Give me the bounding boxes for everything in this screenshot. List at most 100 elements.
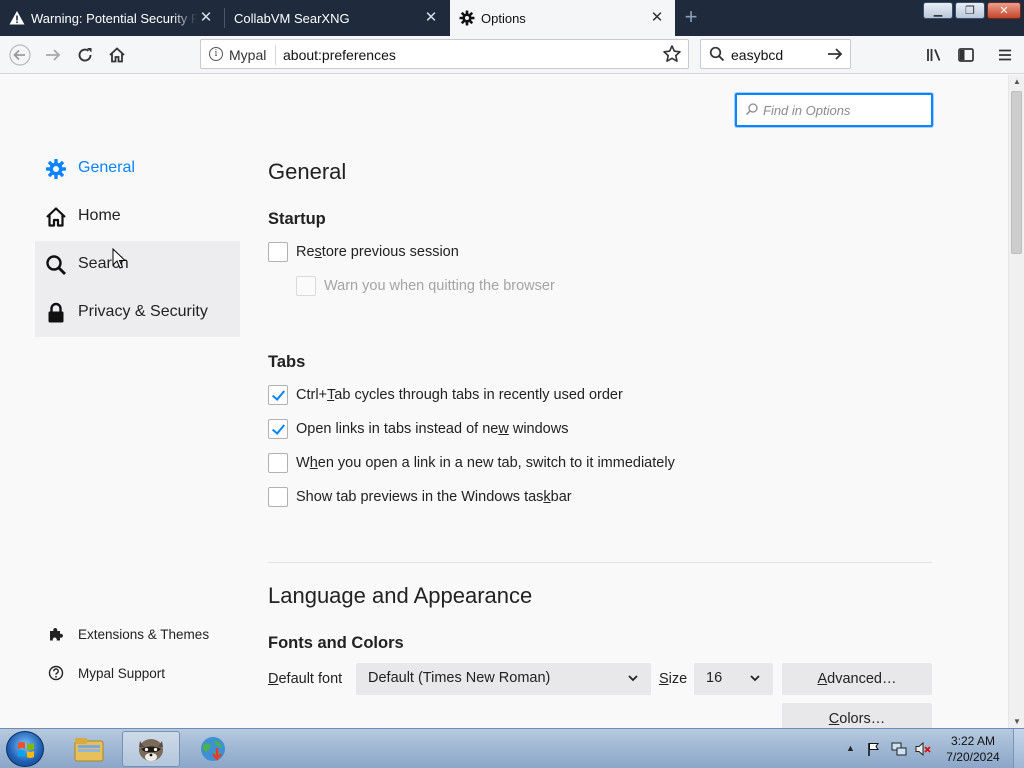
default-font-dropdown[interactable]: Default (Times New Roman) (356, 663, 651, 695)
home-icon (109, 47, 125, 63)
tab-previews-option[interactable]: Show tab previews in the Windows taskbar (268, 487, 572, 507)
tab-security-warning[interactable]: Warning: Potential Security Risk Ahead ✕ (0, 0, 224, 36)
maximize-button[interactable]: ❐ (955, 2, 985, 19)
category-label: Privacy & Security (78, 303, 208, 320)
category-label: General (78, 159, 135, 176)
forward-arrow-icon (46, 49, 61, 61)
page-scrollbar[interactable]: ▲ ▼ (1008, 75, 1024, 728)
taskbar-download-manager[interactable] (184, 731, 242, 767)
gear-icon (45, 158, 67, 180)
puzzle-icon (48, 626, 64, 642)
start-button[interactable] (6, 731, 44, 767)
mouse-cursor-icon (112, 248, 126, 269)
open-links-tabs-checkbox[interactable] (268, 419, 288, 439)
font-size-dropdown[interactable]: 16 (694, 663, 773, 695)
search-icon (709, 46, 725, 65)
category-home[interactable]: Home (35, 193, 240, 241)
category-search[interactable]: Search (35, 241, 240, 289)
tab-options[interactable]: Options ✕ (450, 0, 675, 36)
tab-title: CollabVM SearXNG (234, 10, 350, 26)
url-text[interactable]: about:preferences (283, 47, 396, 63)
reload-button[interactable] (73, 43, 97, 67)
find-in-options-input[interactable]: Find in Options (735, 93, 933, 127)
forward-button[interactable] (41, 43, 65, 67)
navigation-toolbar: i Mypal about:preferences easybcd (0, 36, 1024, 74)
startup-heading: Startup (268, 210, 326, 228)
chevron-down-icon (627, 672, 639, 687)
taskbar-mypal-browser[interactable] (122, 731, 180, 767)
back-button[interactable] (8, 43, 32, 67)
category-label: Home (78, 207, 121, 224)
show-desktop-button[interactable] (1013, 729, 1024, 768)
network-icon[interactable] (891, 741, 907, 757)
tab-title: Warning: Potential Security Risk Ahead (31, 10, 197, 26)
tabs-heading: Tabs (268, 353, 306, 371)
ctrl-tab-option[interactable]: Ctrl+Tab cycles through tabs in recently… (268, 385, 623, 405)
mypal-support-label: Mypal Support (78, 665, 166, 681)
tab-title: Options (481, 10, 526, 26)
sidebar-icon (958, 48, 974, 62)
switch-to-tab-checkbox[interactable] (268, 453, 288, 473)
info-icon[interactable]: i (209, 47, 223, 61)
category-general[interactable]: General (35, 145, 240, 193)
tab-collabvm-searxng[interactable]: CollabVM SearXNG ✕ (225, 0, 449, 36)
show-hidden-icons-arrow[interactable]: ▲ (846, 743, 855, 753)
colors-button[interactable]: Colors… (782, 703, 932, 728)
language-appearance-heading: Language and Appearance (268, 583, 533, 608)
scroll-down-arrow-icon[interactable]: ▼ (1013, 717, 1021, 726)
search-input[interactable]: easybcd (731, 47, 783, 63)
restore-session-label: Restore previous session (296, 244, 459, 260)
chevron-down-icon (749, 672, 761, 687)
system-clock[interactable]: 3:22 AM 7/20/2024 (938, 733, 1008, 765)
search-bar[interactable]: easybcd (700, 39, 851, 69)
warning-icon (9, 10, 25, 29)
taskbar-file-explorer[interactable] (60, 731, 118, 767)
open-links-tabs-option[interactable]: Open links in tabs instead of new window… (268, 419, 568, 439)
action-center-flag-icon[interactable] (866, 741, 882, 757)
restore-session-checkbox[interactable] (268, 242, 288, 262)
help-icon (48, 665, 64, 681)
close-icon[interactable]: ✕ (649, 10, 665, 26)
url-divider (275, 45, 276, 65)
tab-strip: Warning: Potential Security Risk Ahead ✕… (0, 0, 1024, 36)
windows-taskbar: ▲ 3:22 AM 7/20/2024 (0, 728, 1024, 768)
mypal-support-link[interactable]: Mypal Support (48, 665, 165, 681)
sidebar-button[interactable] (954, 43, 978, 67)
tab-previews-checkbox[interactable] (268, 487, 288, 507)
clock-time: 3:22 AM (950, 734, 996, 748)
close-icon[interactable]: ✕ (198, 10, 214, 26)
close-icon[interactable]: ✕ (423, 10, 439, 26)
restore-session-option[interactable]: Restore previous session (268, 242, 459, 262)
ctrl-tab-checkbox[interactable] (268, 385, 288, 405)
clock-date: 7/20/2024 (946, 750, 1000, 764)
search-icon (745, 102, 759, 119)
window-close-button[interactable]: ✕ (987, 2, 1021, 19)
ctrl-tab-label: Ctrl+Tab cycles through tabs in recently… (296, 387, 623, 403)
url-bar[interactable]: i Mypal about:preferences (200, 39, 689, 69)
globe-download-icon (201, 737, 225, 761)
hamburger-menu-icon (999, 49, 1011, 61)
category-privacy-security[interactable]: Privacy & Security (35, 289, 240, 337)
folder-icon (74, 738, 104, 762)
new-tab-button[interactable]: + (680, 6, 702, 28)
scroll-up-arrow-icon[interactable]: ▲ (1013, 77, 1021, 86)
warn-quit-option: Warn you when quitting the browser (296, 276, 555, 296)
extensions-themes-link[interactable]: Extensions & Themes (48, 626, 209, 642)
bookmark-star-icon[interactable] (662, 44, 682, 67)
switch-to-tab-label: When you open a link in a new tab, switc… (296, 455, 675, 471)
library-button[interactable] (922, 43, 946, 67)
scrollbar-thumb[interactable] (1011, 91, 1022, 254)
minimize-button[interactable]: ▁ (923, 2, 953, 19)
window-controls: ▁ ❐ ✕ (923, 2, 1021, 19)
volume-muted-icon[interactable] (915, 741, 931, 757)
switch-to-tab-option[interactable]: When you open a link in a new tab, switc… (268, 453, 675, 473)
back-arrow-icon (9, 44, 31, 66)
menu-button[interactable] (993, 43, 1017, 67)
library-icon (927, 49, 941, 61)
extensions-themes-label: Extensions & Themes (78, 626, 210, 642)
advanced-fonts-button[interactable]: Advanced… (782, 663, 932, 695)
search-go-arrow-icon[interactable] (826, 45, 844, 66)
warn-quit-label: Warn you when quitting the browser (324, 278, 555, 294)
home-button[interactable] (105, 43, 129, 67)
preferences-page: Find in Options General Home Search Priv… (0, 75, 1008, 728)
